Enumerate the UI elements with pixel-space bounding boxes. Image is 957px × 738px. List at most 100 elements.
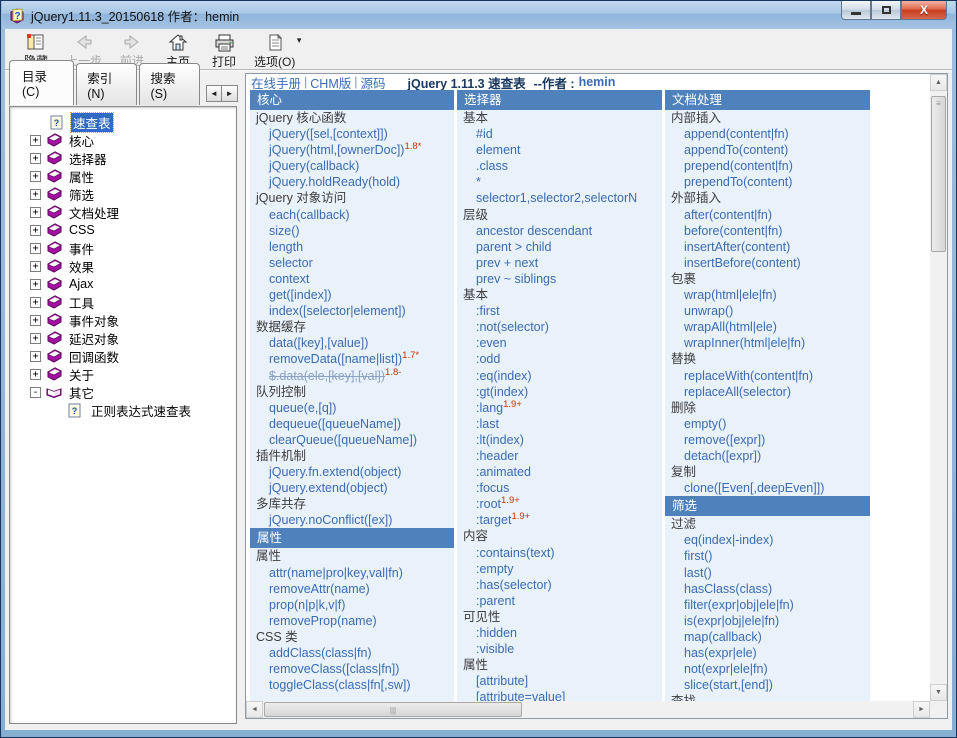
expand-plus-icon[interactable]: + bbox=[30, 369, 41, 380]
scroll-left-icon[interactable]: ◄ bbox=[246, 701, 263, 718]
api-link[interactable]: prop(n|p|k,v|f) bbox=[250, 597, 454, 613]
api-link[interactable]: :not(selector) bbox=[457, 319, 662, 335]
tree-item-css[interactable]: +CSS bbox=[10, 221, 236, 239]
tree-item-filtering[interactable]: +筛选 bbox=[10, 185, 236, 203]
toolbar-button-options[interactable]: ▾选项(O) bbox=[247, 31, 302, 68]
api-link[interactable]: detach([expr]) bbox=[665, 448, 870, 464]
api-link[interactable]: append(content|fn) bbox=[665, 126, 870, 142]
api-link[interactable]: is(expr|obj|ele|fn) bbox=[665, 613, 870, 629]
expand-plus-icon[interactable]: + bbox=[30, 189, 41, 200]
api-link[interactable]: insertBefore(content) bbox=[665, 255, 870, 271]
api-link[interactable]: selector bbox=[250, 255, 454, 271]
tree-item-attributes[interactable]: +属性 bbox=[10, 167, 236, 185]
vertical-scroll-thumb[interactable]: ≡ bbox=[931, 96, 946, 252]
api-link[interactable]: jQuery.extend(object) bbox=[250, 480, 454, 496]
maximize-button[interactable] bbox=[871, 1, 901, 20]
tree-item-manipulation[interactable]: +文档处理 bbox=[10, 203, 236, 221]
tree-item-regex[interactable]: ?正则表达式速查表 bbox=[10, 401, 236, 419]
author-link[interactable]: hemin bbox=[579, 75, 616, 89]
api-link[interactable]: appendTo(content) bbox=[665, 142, 870, 158]
api-link[interactable]: :hidden bbox=[457, 625, 662, 641]
api-link[interactable]: jQuery.holdReady(hold) bbox=[250, 174, 454, 190]
api-link[interactable]: :has(selector) bbox=[457, 577, 662, 593]
api-link[interactable]: index([selector|element]) bbox=[250, 303, 454, 319]
api-link[interactable]: map(callback) bbox=[665, 629, 870, 645]
tree-item-quickref[interactable]: ?速查表 bbox=[10, 113, 236, 131]
scroll-right-icon[interactable]: ► bbox=[913, 701, 930, 718]
expand-plus-icon[interactable]: + bbox=[30, 279, 41, 290]
api-link[interactable]: get([index]) bbox=[250, 287, 454, 303]
api-link[interactable]: :visible bbox=[457, 641, 662, 657]
api-link[interactable]: parent > child bbox=[457, 239, 662, 255]
tree-item-ajax[interactable]: +Ajax bbox=[10, 275, 236, 293]
api-link[interactable]: slice(start,[end]) bbox=[665, 677, 870, 693]
api-link[interactable]: wrap(html|ele|fn) bbox=[665, 287, 870, 303]
api-link[interactable]: insertAfter(content) bbox=[665, 239, 870, 255]
api-link[interactable]: :first bbox=[457, 303, 662, 319]
tab-index[interactable]: 索引(N) bbox=[76, 63, 137, 105]
api-link[interactable]: :last bbox=[457, 416, 662, 432]
topbar-link[interactable]: 源码 bbox=[360, 73, 385, 92]
api-link[interactable]: clearQueue([queueName]) bbox=[250, 432, 454, 448]
api-link[interactable]: eq(index|-index) bbox=[665, 532, 870, 548]
api-link[interactable]: jQuery.fn.extend(object) bbox=[250, 464, 454, 480]
tree-item-core[interactable]: +核心 bbox=[10, 131, 236, 149]
api-link[interactable]: [attribute=value] bbox=[457, 689, 662, 701]
api-link[interactable]: each(callback) bbox=[250, 207, 454, 223]
tree-item-other[interactable]: -其它 bbox=[10, 383, 236, 401]
tree-item-callbacks[interactable]: +回调函数 bbox=[10, 347, 236, 365]
api-link[interactable]: toggleClass(class|fn[,sw]) bbox=[250, 677, 454, 693]
tree-item-deferred[interactable]: +延迟对象 bbox=[10, 329, 236, 347]
api-link[interactable]: selector1,selector2,selectorN bbox=[457, 190, 662, 206]
api-link[interactable]: $.data(ele,[key],[val])1.8- bbox=[250, 368, 454, 384]
expand-plus-icon[interactable]: + bbox=[30, 225, 41, 236]
api-link[interactable]: replaceAll(selector) bbox=[665, 384, 870, 400]
api-link[interactable]: jQuery(html,[ownerDoc])1.8* bbox=[250, 142, 454, 158]
api-link[interactable]: filter(expr|obj|ele|fn) bbox=[665, 597, 870, 613]
tab-search[interactable]: 搜索(S) bbox=[139, 63, 200, 105]
tab-scroll-right-icon[interactable]: ► bbox=[222, 85, 238, 102]
api-link[interactable]: :animated bbox=[457, 464, 662, 480]
api-link[interactable]: not(expr|ele|fn) bbox=[665, 661, 870, 677]
api-link[interactable]: :even bbox=[457, 335, 662, 351]
expand-plus-icon[interactable]: + bbox=[30, 261, 41, 272]
expand-plus-icon[interactable]: + bbox=[30, 135, 41, 146]
expand-plus-icon[interactable]: + bbox=[30, 297, 41, 308]
pane-splitter[interactable] bbox=[238, 71, 245, 729]
api-link[interactable]: remove([expr]) bbox=[665, 432, 870, 448]
api-link[interactable]: :eq(index) bbox=[457, 368, 662, 384]
api-link[interactable]: :root1.9+ bbox=[457, 496, 662, 512]
api-link[interactable]: #id bbox=[457, 126, 662, 142]
api-link[interactable]: removeAttr(name) bbox=[250, 581, 454, 597]
api-link[interactable]: element bbox=[457, 142, 662, 158]
api-link[interactable]: after(content|fn) bbox=[665, 207, 870, 223]
api-link[interactable]: :focus bbox=[457, 480, 662, 496]
api-link[interactable]: :lang1.9+ bbox=[457, 400, 662, 416]
api-link[interactable]: first() bbox=[665, 548, 870, 564]
api-link[interactable]: :parent bbox=[457, 593, 662, 609]
api-link[interactable]: before(content|fn) bbox=[665, 223, 870, 239]
api-link[interactable]: prev ~ siblings bbox=[457, 271, 662, 287]
api-link[interactable]: addClass(class|fn) bbox=[250, 645, 454, 661]
api-link[interactable]: :lt(index) bbox=[457, 432, 662, 448]
api-link[interactable]: prependTo(content) bbox=[665, 174, 870, 190]
api-link[interactable]: unwrap() bbox=[665, 303, 870, 319]
api-link[interactable]: [attribute] bbox=[457, 673, 662, 689]
api-link[interactable]: replaceWith(content|fn) bbox=[665, 368, 870, 384]
scroll-up-icon[interactable]: ▲ bbox=[930, 74, 947, 91]
api-link[interactable]: removeClass([class|fn]) bbox=[250, 661, 454, 677]
expand-plus-icon[interactable]: + bbox=[30, 207, 41, 218]
api-link[interactable]: data([key],[value]) bbox=[250, 335, 454, 351]
api-link[interactable]: length bbox=[250, 239, 454, 255]
tree-item-utilities[interactable]: +工具 bbox=[10, 293, 236, 311]
api-link[interactable]: clone([Even[,deepEven]]) bbox=[665, 480, 870, 496]
topbar-link[interactable]: 在线手册 bbox=[251, 73, 301, 92]
horizontal-scrollbar[interactable]: ◄ ||| ► bbox=[246, 701, 930, 718]
expand-plus-icon[interactable]: + bbox=[30, 351, 41, 362]
expand-plus-icon[interactable]: + bbox=[30, 333, 41, 344]
api-link[interactable]: jQuery.noConflict([ex]) bbox=[250, 512, 454, 528]
api-link[interactable]: removeProp(name) bbox=[250, 613, 454, 629]
api-link[interactable]: prepend(content|fn) bbox=[665, 158, 870, 174]
horizontal-scroll-thumb[interactable]: ||| bbox=[264, 702, 522, 717]
api-link[interactable]: * bbox=[457, 174, 662, 190]
